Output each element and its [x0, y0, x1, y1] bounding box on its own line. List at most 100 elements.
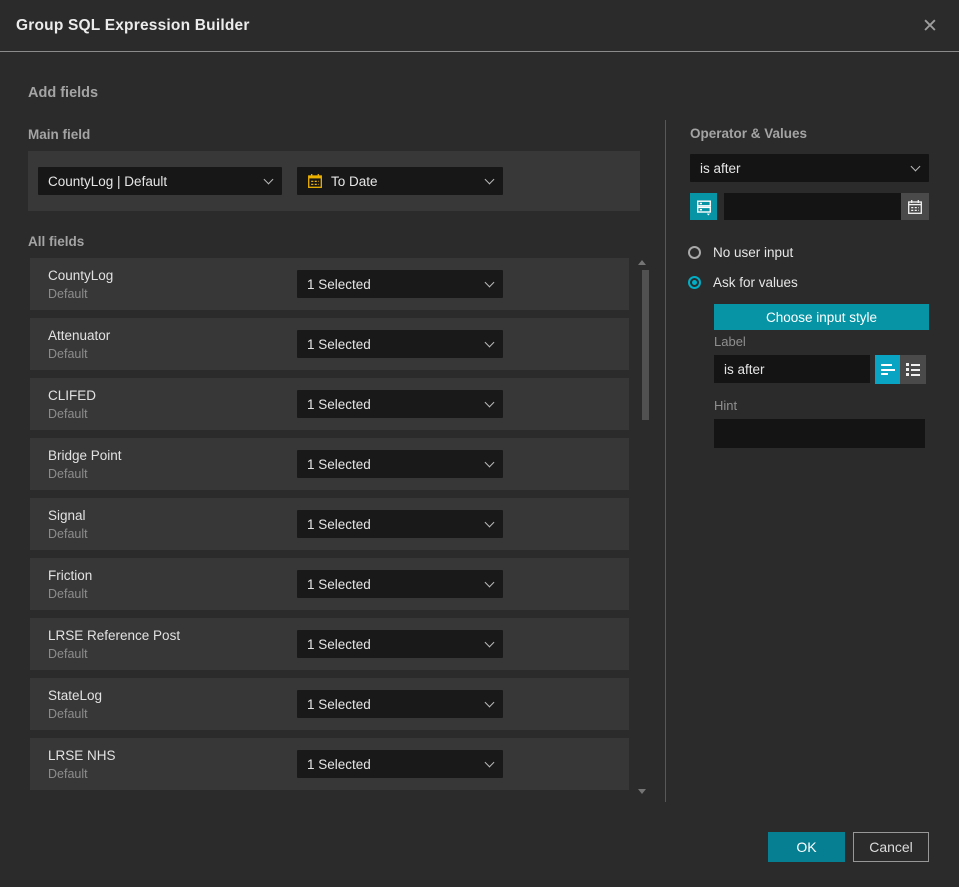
text-input-style-button[interactable]: [875, 355, 900, 384]
label-input[interactable]: [714, 355, 870, 383]
chevron-down-icon: [484, 697, 495, 707]
field-selection-dropdown[interactable]: 1 Selected: [297, 390, 503, 418]
field-source: Default: [48, 587, 88, 601]
operator-values-heading: Operator & Values: [690, 126, 808, 141]
main-field-label: Main field: [28, 127, 91, 142]
main-field-panel: CountyLog | Default To Date: [28, 151, 640, 211]
field-selection-value: 1 Selected: [307, 276, 371, 292]
field-selection-value: 1 Selected: [307, 696, 371, 712]
field-selection-dropdown[interactable]: 1 Selected: [297, 570, 503, 598]
field-selection-value: 1 Selected: [307, 576, 371, 592]
field-selection-dropdown[interactable]: 1 Selected: [297, 510, 503, 538]
date-value-input[interactable]: [724, 193, 901, 220]
chevron-down-icon: [484, 577, 495, 587]
chevron-down-icon: [263, 174, 274, 184]
field-row: CountyLog Default 1 Selected: [30, 258, 629, 310]
field-name: CountyLog: [48, 268, 114, 283]
all-fields-label: All fields: [28, 234, 85, 249]
field-source: Default: [48, 707, 88, 721]
value-source-button[interactable]: [690, 193, 717, 220]
main-field-select[interactable]: CountyLog | Default: [38, 167, 282, 195]
radio-ask-for-values-label: Ask for values: [713, 275, 798, 290]
field-selection-dropdown[interactable]: 1 Selected: [297, 330, 503, 358]
list-scrollbar[interactable]: [633, 256, 651, 796]
field-selection-value: 1 Selected: [307, 636, 371, 652]
choose-input-style-button[interactable]: Choose input style: [714, 304, 929, 330]
dialog-title: Group SQL Expression Builder: [16, 16, 250, 34]
calendar-icon: [908, 199, 922, 214]
field-source: Default: [48, 347, 88, 361]
field-name: StateLog: [48, 688, 103, 703]
radio-no-user-input-label: No user input: [713, 245, 794, 260]
field-selection-value: 1 Selected: [307, 456, 371, 472]
scrollbar-thumb[interactable]: [642, 270, 649, 420]
field-source: Default: [48, 287, 88, 301]
hint-input[interactable]: [714, 419, 925, 448]
field-name: Friction: [48, 568, 93, 583]
field-source: Default: [48, 527, 88, 541]
chevron-down-icon: [484, 637, 495, 647]
field-source: Default: [48, 647, 88, 661]
date-field-select[interactable]: To Date: [297, 167, 503, 195]
field-row: StateLog Default 1 Selected: [30, 678, 629, 730]
chevron-down-icon: [484, 277, 495, 287]
field-name: LRSE Reference Post: [48, 628, 181, 643]
field-selection-dropdown[interactable]: 1 Selected: [297, 750, 503, 778]
hint-field-label: Hint: [714, 398, 738, 413]
field-row: Bridge Point Default 1 Selected: [30, 438, 629, 490]
main-field-select-value: CountyLog | Default: [48, 173, 168, 189]
radio-icon[interactable]: [688, 246, 701, 259]
all-fields-list: CountyLog Default 1 Selected Attenuator …: [30, 258, 629, 793]
field-row: LRSE NHS Default 1 Selected: [30, 738, 629, 790]
chevron-down-icon: [484, 397, 495, 407]
radio-ask-for-values[interactable]: Ask for values: [688, 275, 798, 290]
field-selection-value: 1 Selected: [307, 756, 371, 772]
chevron-down-icon: [910, 161, 921, 171]
field-selection-dropdown[interactable]: 1 Selected: [297, 630, 503, 658]
scroll-down-icon[interactable]: [638, 789, 646, 794]
panel-divider: [665, 120, 666, 802]
field-row: Friction Default 1 Selected: [30, 558, 629, 610]
ok-button[interactable]: OK: [768, 832, 845, 862]
label-field-label: Label: [714, 334, 746, 349]
chevron-down-icon: [484, 337, 495, 347]
field-row: CLIFED Default 1 Selected: [30, 378, 629, 430]
group-sql-expression-builder-dialog: Group SQL Expression Builder ✕ Add field…: [0, 0, 959, 887]
field-source: Default: [48, 467, 88, 481]
radio-no-user-input[interactable]: No user input: [688, 245, 793, 260]
chevron-down-icon: [484, 757, 495, 767]
field-selection-dropdown[interactable]: 1 Selected: [297, 450, 503, 478]
field-selection-value: 1 Selected: [307, 516, 371, 532]
add-fields-heading: Add fields: [28, 85, 99, 101]
dialog-titlebar: Group SQL Expression Builder ✕: [0, 0, 959, 52]
field-selection-value: 1 Selected: [307, 396, 371, 412]
operator-select-value: is after: [700, 160, 741, 176]
field-selection-dropdown[interactable]: 1 Selected: [297, 270, 503, 298]
field-row: Signal Default 1 Selected: [30, 498, 629, 550]
field-row: LRSE Reference Post Default 1 Selected: [30, 618, 629, 670]
chevron-down-icon: [484, 174, 495, 184]
field-source: Default: [48, 407, 88, 421]
date-field-select-value: To Date: [331, 173, 378, 189]
chevron-down-icon: [484, 517, 495, 527]
field-row: Attenuator Default 1 Selected: [30, 318, 629, 370]
align-left-icon: [880, 364, 895, 375]
radio-icon[interactable]: [688, 276, 701, 289]
operator-select[interactable]: is after: [690, 154, 929, 182]
scroll-up-icon[interactable]: [638, 260, 646, 265]
field-name: Signal: [48, 508, 86, 523]
field-name: LRSE NHS: [48, 748, 116, 763]
field-selection-dropdown[interactable]: 1 Selected: [297, 690, 503, 718]
field-name: Bridge Point: [48, 448, 122, 463]
bulleted-list-icon: [906, 363, 921, 376]
date-picker-button[interactable]: [901, 193, 929, 220]
cancel-button[interactable]: Cancel: [853, 832, 929, 862]
field-name: Attenuator: [48, 328, 111, 343]
field-name: CLIFED: [48, 388, 97, 403]
list-input-style-button[interactable]: [900, 355, 926, 384]
close-icon[interactable]: ✕: [913, 0, 947, 52]
stacked-values-icon: [696, 200, 711, 215]
calendar-icon: [308, 174, 322, 188]
field-selection-value: 1 Selected: [307, 336, 371, 352]
field-source: Default: [48, 767, 88, 781]
